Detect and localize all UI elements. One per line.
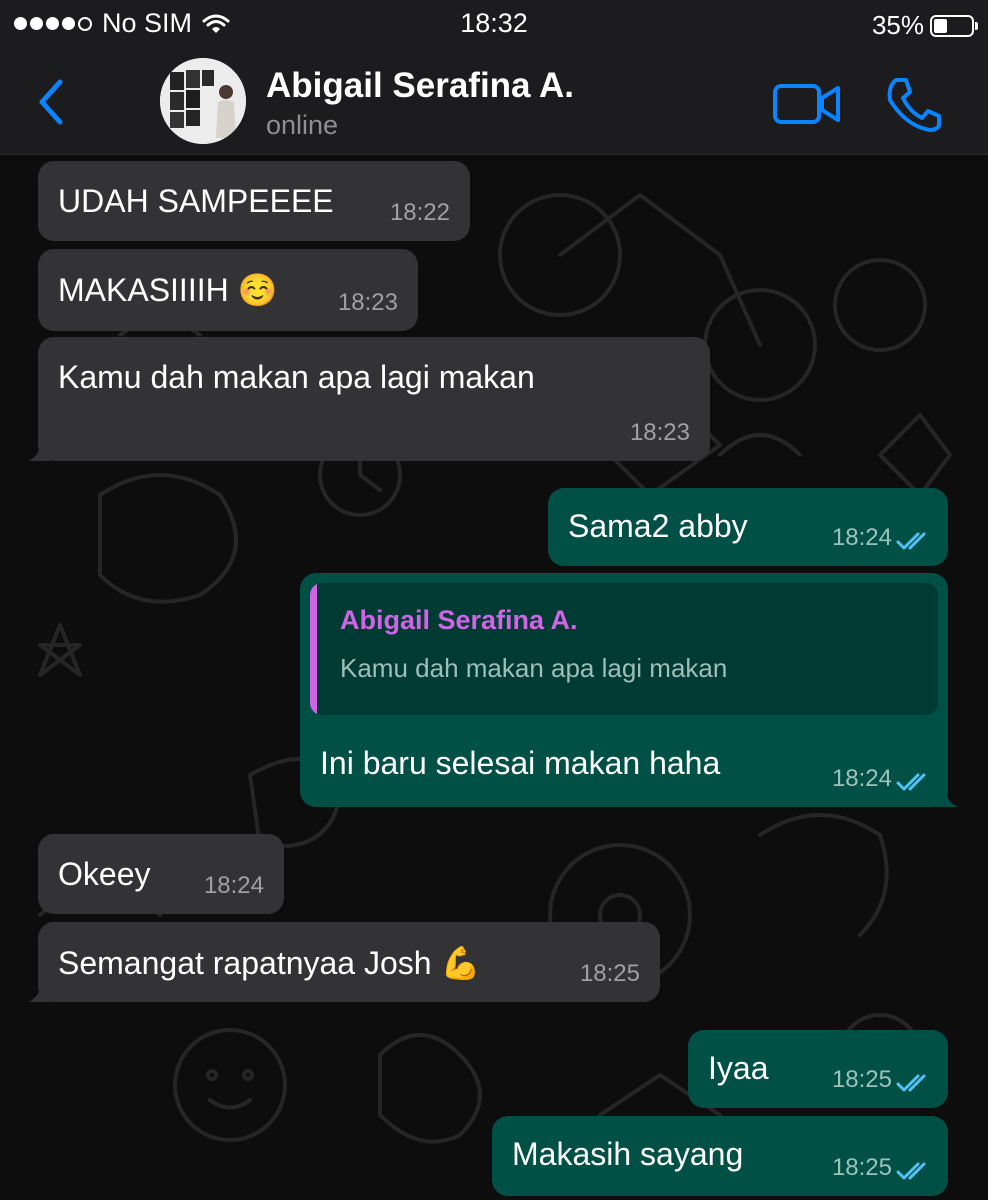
- video-call-button[interactable]: [772, 80, 842, 128]
- voice-call-button[interactable]: [884, 76, 942, 132]
- message-time: 18:25: [831, 1066, 892, 1093]
- bubble-tail: [28, 439, 50, 461]
- message-time: 18:25: [831, 1154, 892, 1181]
- message-text: UDAH SAMPEEEE: [58, 183, 334, 219]
- status-bar: No SIM 18:32 35%: [0, 0, 988, 50]
- message-time: 18:23: [337, 289, 398, 316]
- message-text: Semangat rapatnyaa Josh 💪: [58, 945, 481, 981]
- message-text: Okeey: [58, 856, 151, 892]
- message-time: 18:22: [389, 199, 450, 226]
- message-time: 18:23: [629, 419, 690, 446]
- message-text: MAKASIIIIH ☺️: [58, 272, 278, 308]
- message-list[interactable]: UDAH SAMPEEEE 18:22 MAKASIIIIH ☺️ 18:23 …: [0, 155, 988, 1200]
- message-bubble-outgoing[interactable]: Iyaa 18:25: [688, 1030, 948, 1108]
- message-time: 18:24: [203, 872, 264, 899]
- message-time: 18:24: [831, 765, 892, 792]
- message-text: Kamu dah makan apa lagi makan: [58, 359, 535, 395]
- message-bubble-incoming[interactable]: MAKASIIIIH ☺️ 18:23: [38, 249, 418, 331]
- quoted-text: Kamu dah makan apa lagi makan: [340, 653, 728, 683]
- chat-header: Abigail Serafina A. online: [0, 50, 988, 155]
- contact-avatar[interactable]: [160, 58, 246, 144]
- double-check-icon: [896, 532, 926, 550]
- message-bubble-incoming[interactable]: Semangat rapatnyaa Josh 💪 18:25: [28, 922, 660, 1002]
- message-text: Makasih sayang: [512, 1136, 744, 1172]
- message-bubble-incoming[interactable]: Kamu dah makan apa lagi makan 18:23: [28, 337, 710, 461]
- double-check-icon: [896, 1162, 926, 1180]
- message-time: 18:25: [579, 960, 640, 987]
- message-text: Sama2 abby: [568, 508, 748, 544]
- message-text: Ini baru selesai makan haha: [320, 745, 721, 781]
- message-bubble-incoming[interactable]: UDAH SAMPEEEE 18:22: [38, 161, 470, 241]
- double-check-icon: [896, 773, 926, 791]
- quoted-sender: Abigail Serafina A.: [340, 605, 578, 635]
- contact-name[interactable]: Abigail Serafina A.: [266, 66, 574, 106]
- back-button[interactable]: [30, 74, 74, 130]
- quote-accent-bar: [310, 583, 317, 715]
- message-bubble-incoming[interactable]: Okeey 18:24: [38, 834, 284, 914]
- battery-percentage: 35%: [871, 10, 924, 40]
- bubble-tail: [936, 785, 958, 807]
- message-bubble-outgoing[interactable]: Abigail Serafina A. Kamu dah makan apa l…: [300, 573, 958, 807]
- bubble-tail: [28, 980, 50, 1002]
- message-bubble-outgoing[interactable]: Sama2 abby 18:24: [548, 488, 948, 566]
- quoted-message[interactable]: Abigail Serafina A. Kamu dah makan apa l…: [310, 583, 938, 715]
- contact-status: online: [266, 110, 339, 140]
- battery-icon: [930, 14, 978, 37]
- double-check-icon: [896, 1074, 926, 1092]
- message-text: Iyaa: [708, 1050, 769, 1086]
- battery-level: [934, 18, 947, 33]
- status-time: 18:32: [460, 8, 528, 38]
- status-right: 35%: [871, 10, 978, 41]
- message-time: 18:24: [831, 524, 892, 551]
- message-bubble-outgoing[interactable]: Makasih sayang 18:25: [492, 1116, 948, 1196]
